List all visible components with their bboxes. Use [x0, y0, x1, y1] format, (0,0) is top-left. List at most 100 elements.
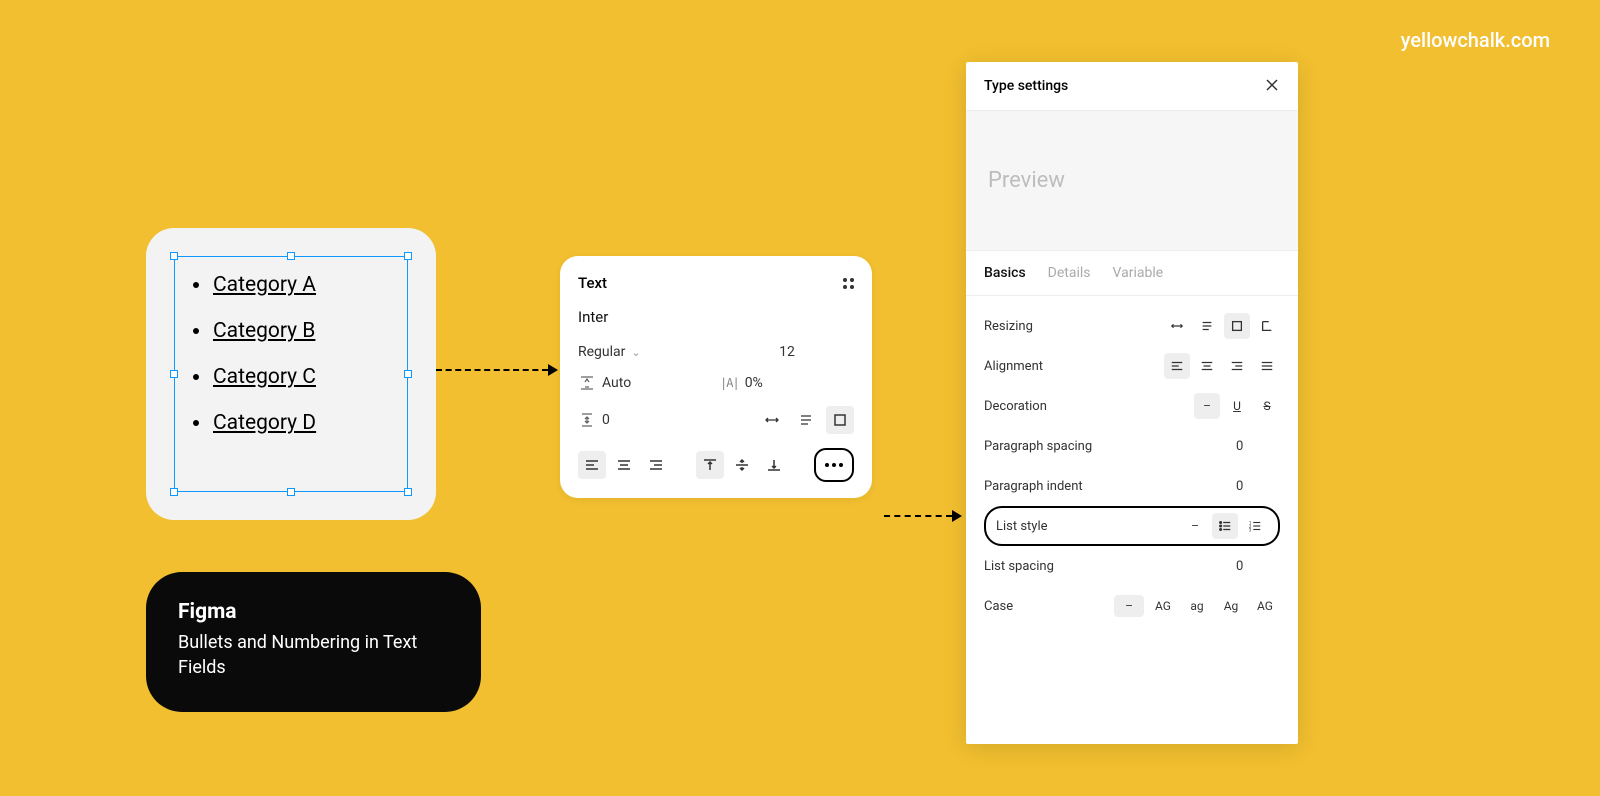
case-smallcaps-option[interactable]: AG: [1250, 595, 1280, 617]
bullet-icon: [193, 420, 199, 426]
resize-truncate-option[interactable]: [1254, 313, 1280, 339]
text-properties-panel: Text Inter Regular ⌄ 12 Auto |A| 0% 0: [560, 256, 872, 498]
tab-variable[interactable]: Variable: [1113, 265, 1164, 281]
list-item[interactable]: Category B: [193, 319, 389, 343]
resize-handle-top-left[interactable]: [170, 252, 178, 260]
resize-handle-bottom-mid[interactable]: [287, 488, 295, 496]
list-spacing-label: List spacing: [984, 559, 1230, 574]
bullet-icon: [193, 374, 199, 380]
alignment-label: Alignment: [984, 359, 1164, 374]
bullet-icon: [193, 328, 199, 334]
ellipsis-icon: [825, 463, 843, 467]
case-uppercase-option[interactable]: AG: [1148, 595, 1178, 617]
resizing-row: Resizing: [984, 306, 1280, 346]
canvas-text-frame: Category A Category B Category C Categor…: [146, 228, 436, 520]
caption-subtitle: Bullets and Numbering in Text Fields: [178, 630, 449, 680]
list-style-numbered-option[interactable]: 123: [1242, 513, 1268, 539]
list-style-row: List style – 123: [984, 506, 1280, 546]
text-align-center-button[interactable]: [610, 451, 638, 479]
close-button[interactable]: [1264, 76, 1280, 96]
decoration-label: Decoration: [984, 399, 1194, 414]
list-spacing-row: List spacing 0: [984, 546, 1280, 586]
decoration-underline-option[interactable]: U: [1224, 393, 1250, 419]
list-style-bulleted-option[interactable]: [1212, 513, 1238, 539]
type-settings-title: Type settings: [984, 78, 1068, 94]
resize-fixed-option[interactable]: [1224, 313, 1250, 339]
case-label: Case: [984, 599, 1114, 614]
vertical-align-bottom-button[interactable]: [760, 451, 788, 479]
vertical-align-top-button[interactable]: [696, 451, 724, 479]
resize-auto-width-option[interactable]: [1164, 313, 1190, 339]
list-item-label: Category B: [213, 319, 315, 343]
list-item-label: Category C: [213, 365, 316, 389]
font-weight-value: Regular: [578, 344, 625, 360]
line-height-value: Auto: [602, 375, 631, 391]
bullet-list[interactable]: Category A Category B Category C Categor…: [175, 257, 407, 451]
resize-handle-bottom-right[interactable]: [404, 488, 412, 496]
paragraph-indent-row: Paragraph indent 0: [984, 466, 1280, 506]
paragraph-spacing-icon: [578, 411, 596, 429]
style-picker-icon[interactable]: [843, 278, 854, 289]
list-style-label: List style: [996, 519, 1182, 534]
resize-auto-height-button[interactable]: [792, 406, 820, 434]
font-size-value: 12: [779, 344, 795, 360]
strikethrough-icon: S: [1263, 399, 1270, 413]
type-settings-more-button[interactable]: [814, 448, 854, 482]
resize-handle-left-mid[interactable]: [170, 370, 178, 378]
resize-handle-bottom-left[interactable]: [170, 488, 178, 496]
align-left-option[interactable]: [1164, 353, 1190, 379]
svg-text:3: 3: [1249, 528, 1252, 533]
tab-basics[interactable]: Basics: [984, 265, 1026, 281]
font-family-select[interactable]: Inter: [578, 308, 854, 326]
paragraph-spacing-row: Paragraph spacing 0: [984, 426, 1280, 466]
letter-spacing-input[interactable]: |A| 0%: [720, 375, 854, 391]
list-item[interactable]: Category A: [193, 273, 389, 297]
caption-title: Figma: [178, 600, 449, 624]
text-align-right-button[interactable]: [642, 451, 670, 479]
resize-auto-width-button[interactable]: [758, 406, 786, 434]
decoration-strikethrough-option[interactable]: S: [1254, 393, 1280, 419]
resize-handle-right-mid[interactable]: [404, 370, 412, 378]
list-item-label: Category D: [213, 411, 316, 435]
decoration-row: Decoration – U S: [984, 386, 1280, 426]
font-size-input[interactable]: 12: [720, 344, 854, 360]
watermark-text: yellowchalk.com: [1401, 28, 1550, 52]
line-height-icon: [578, 374, 596, 392]
resize-auto-height-option[interactable]: [1194, 313, 1220, 339]
resize-fixed-button[interactable]: [826, 406, 854, 434]
case-row: Case – AG ag Ag AG: [984, 586, 1280, 626]
paragraph-spacing-input[interactable]: 0: [1230, 439, 1280, 454]
font-weight-select[interactable]: Regular ⌄: [578, 344, 712, 360]
align-right-option[interactable]: [1224, 353, 1250, 379]
list-style-none-option[interactable]: –: [1182, 513, 1208, 539]
case-lowercase-option[interactable]: ag: [1182, 595, 1212, 617]
arrow-more-to-type-settings: [884, 515, 962, 516]
line-height-input[interactable]: Auto: [578, 374, 712, 392]
close-icon: [1264, 77, 1280, 93]
letter-spacing-icon: |A|: [720, 376, 739, 390]
type-settings-panel: Type settings Preview Basics Details Var…: [966, 62, 1298, 744]
alignment-row: Alignment: [984, 346, 1280, 386]
resizing-label: Resizing: [984, 319, 1164, 334]
case-none-option[interactable]: –: [1114, 595, 1144, 617]
case-titlecase-option[interactable]: Ag: [1216, 595, 1246, 617]
resize-handle-top-mid[interactable]: [287, 252, 295, 260]
text-align-left-button[interactable]: [578, 451, 606, 479]
list-spacing-input[interactable]: 0: [1230, 559, 1280, 574]
resize-handle-top-right[interactable]: [404, 252, 412, 260]
arrow-canvas-to-text-panel: [436, 369, 558, 370]
selection-bounding-box[interactable]: Category A Category B Category C Categor…: [174, 256, 408, 492]
list-item[interactable]: Category C: [193, 365, 389, 389]
list-item[interactable]: Category D: [193, 411, 389, 435]
tab-details[interactable]: Details: [1048, 265, 1091, 281]
align-justify-option[interactable]: [1254, 353, 1280, 379]
decoration-none-option[interactable]: –: [1194, 393, 1220, 419]
preview-area: Preview: [966, 111, 1298, 251]
paragraph-indent-input[interactable]: 0: [1230, 479, 1280, 494]
paragraph-spacing-input[interactable]: 0: [578, 411, 712, 429]
paragraph-indent-label: Paragraph indent: [984, 479, 1230, 494]
vertical-align-middle-button[interactable]: [728, 451, 756, 479]
paragraph-spacing-value: 0: [602, 412, 610, 428]
bullet-icon: [193, 282, 199, 288]
align-center-option[interactable]: [1194, 353, 1220, 379]
